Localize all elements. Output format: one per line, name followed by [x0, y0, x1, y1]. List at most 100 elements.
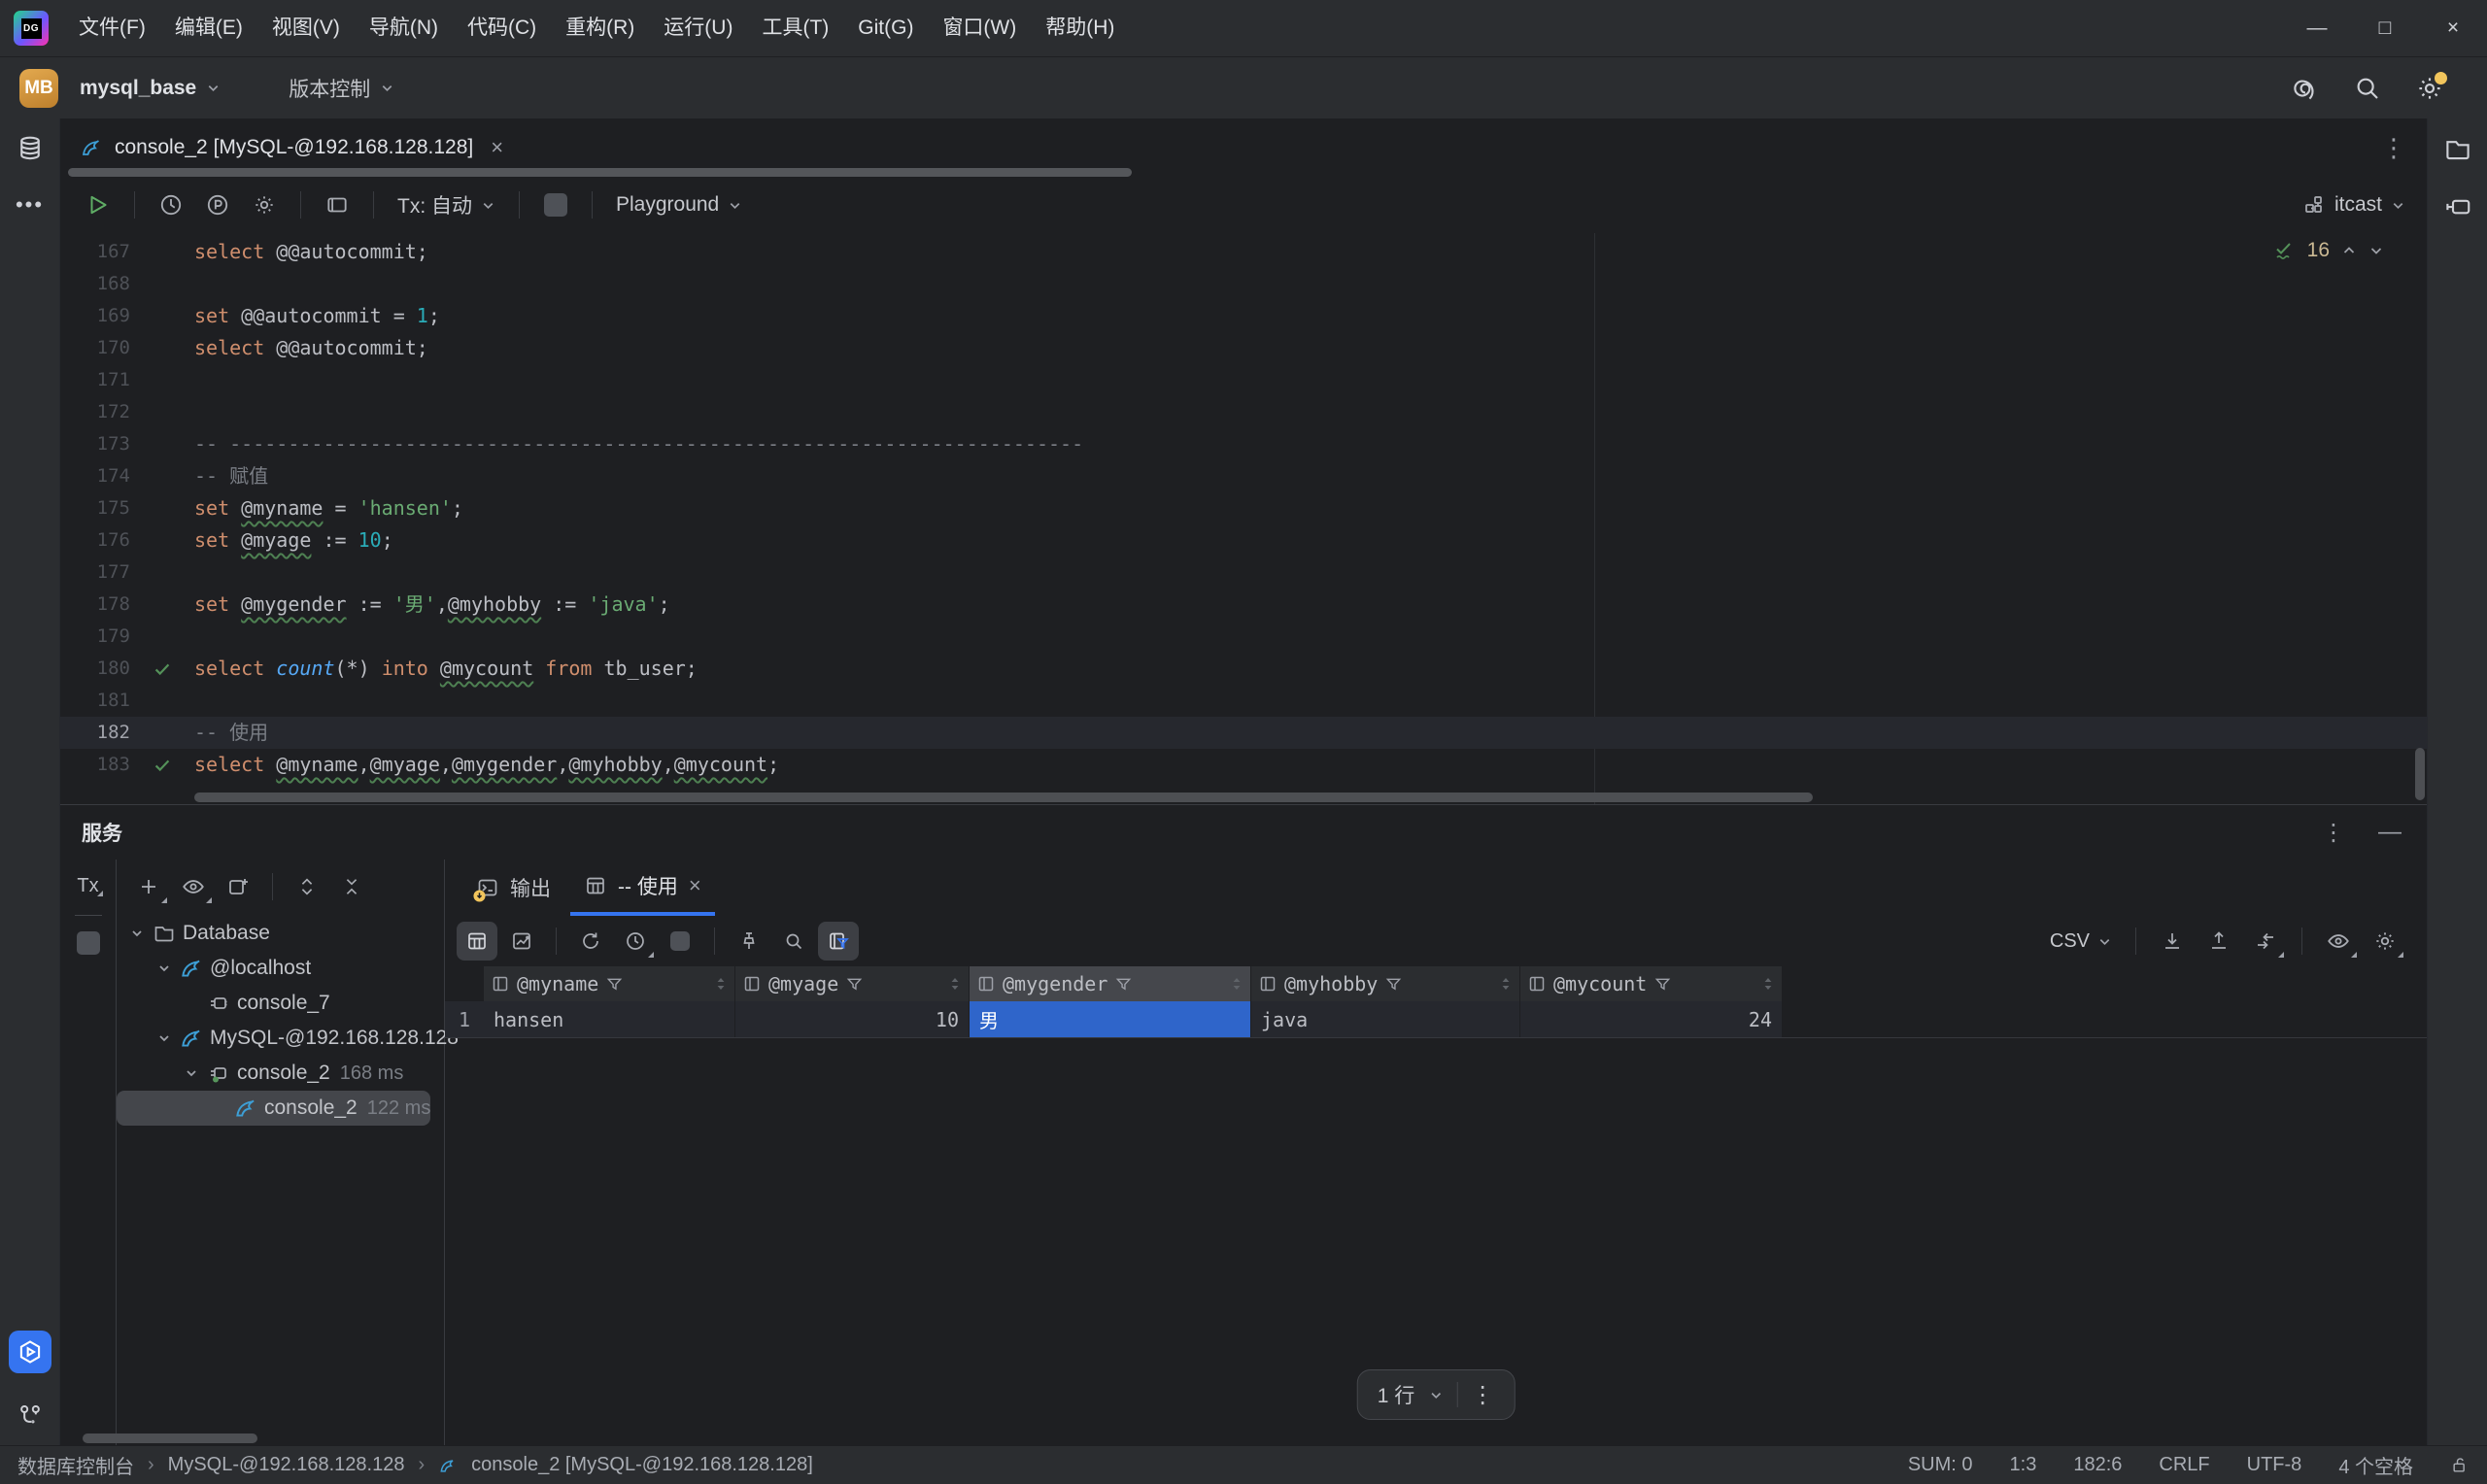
filter-funnel-icon[interactable] [1385, 976, 1402, 993]
code-line-182[interactable]: 182-- 使用 [60, 717, 2427, 749]
encoding-widget[interactable]: UTF-8 [2247, 1454, 2302, 1476]
tab-result-grid[interactable]: -- 使用 × [570, 860, 715, 916]
editor-horizontal-scrollbar[interactable] [194, 793, 1813, 802]
code-area[interactable]: 167select @@autocommit;168169set @@autoc… [60, 236, 2427, 781]
tree-expand-chevron-icon[interactable] [124, 926, 150, 941]
filter-funnel-icon[interactable] [606, 976, 623, 993]
structure-toolwindow-icon[interactable] [2443, 192, 2472, 221]
indent-widget[interactable]: 4 个空格 [2338, 1451, 2413, 1479]
window-maximize-button[interactable]: □ [2351, 0, 2419, 56]
stop-button[interactable] [535, 186, 576, 224]
compare-icon[interactable] [2245, 922, 2286, 961]
services-toolwindow-icon[interactable] [9, 1331, 51, 1373]
tree-item-@localhost[interactable]: @localhost [117, 951, 444, 986]
editor-layout-icon[interactable] [317, 186, 358, 224]
add-connection-icon[interactable] [128, 867, 169, 906]
playground-selector[interactable]: Playground [608, 193, 750, 217]
code-line-178[interactable]: 178set @mygender := '男',@myhobby := 'jav… [60, 589, 2427, 621]
cursor-position-widget[interactable]: 1:3 [2010, 1454, 2037, 1476]
code-line-174[interactable]: 174-- 赋值 [60, 460, 2427, 492]
code-line-169[interactable]: 169set @@autocommit = 1; [60, 300, 2427, 332]
tree-item-database[interactable]: Database [117, 916, 444, 951]
expand-all-icon[interactable] [287, 867, 327, 906]
code-line-168[interactable]: 168 [60, 268, 2427, 300]
cell-mycount[interactable]: 24 [1520, 1001, 1783, 1037]
tree-item-console_7[interactable]: console_7 [117, 986, 444, 1021]
column-header-mygender[interactable]: @mygender [970, 966, 1251, 1001]
filter-funnel-icon[interactable] [846, 976, 863, 993]
tab-close-icon[interactable]: × [491, 135, 503, 160]
filter-funnel-icon[interactable] [1654, 976, 1671, 993]
code-line-177[interactable]: 177 [60, 556, 2427, 589]
menu-item-n[interactable]: 导航(N) [355, 10, 453, 47]
menu-item-h[interactable]: 帮助(H) [1031, 10, 1129, 47]
cell-mygender[interactable]: 男 [970, 1001, 1251, 1037]
menu-item-r[interactable]: 重构(R) [551, 10, 649, 47]
menu-item-c[interactable]: 代码(C) [453, 10, 551, 47]
project-badge[interactable]: MB [19, 69, 58, 108]
code-line-173[interactable]: 173-- ----------------------------------… [60, 428, 2427, 460]
schema-selector[interactable]: itcast [2302, 193, 2405, 217]
explain-plan-icon[interactable] [197, 186, 238, 224]
import-icon[interactable] [2152, 922, 2193, 961]
open-in-new-tab-icon[interactable] [218, 867, 258, 906]
code-line-179[interactable]: 179 [60, 621, 2427, 653]
menu-item-gitg[interactable]: Git(G) [843, 10, 928, 47]
code-line-181[interactable]: 181 [60, 685, 2427, 717]
lock-icon[interactable] [2450, 1456, 2470, 1475]
tabbar-scrollbar[interactable] [68, 168, 1132, 177]
tree-item-console_2[interactable]: console_2168 ms [117, 1056, 444, 1091]
window-minimize-button[interactable]: — [2283, 0, 2351, 56]
git-toolwindow-icon[interactable] [17, 1402, 44, 1430]
breadcrumb-item[interactable]: 数据库控制台 [17, 1451, 134, 1479]
editor-vertical-scrollbar[interactable] [2415, 748, 2425, 800]
tx-toggle-button[interactable]: Tx [71, 873, 104, 899]
column-header-myname[interactable]: @myname [484, 966, 735, 1001]
window-close-button[interactable]: × [2419, 0, 2487, 56]
cell-myage[interactable]: 10 [735, 1001, 970, 1037]
column-header-myhobby[interactable]: @myhobby [1251, 966, 1520, 1001]
menu-item-t[interactable]: 工具(T) [747, 10, 843, 47]
code-line-172[interactable]: 172 [60, 396, 2427, 428]
view-eye-icon[interactable] [2318, 922, 2359, 961]
database-toolwindow-icon[interactable] [16, 134, 45, 163]
sum-widget[interactable]: SUM: 0 [1908, 1454, 1973, 1476]
services-hide-icon[interactable]: — [2378, 819, 2402, 846]
breadcrumb-item[interactable]: console_2 [MySQL-@192.168.128.128] [471, 1454, 813, 1476]
tab-close-icon[interactable]: × [689, 873, 701, 898]
menu-item-v[interactable]: 视图(V) [257, 10, 355, 47]
view-options-eye-icon[interactable] [173, 867, 214, 906]
chart-view-icon[interactable] [501, 922, 542, 961]
cell-myhobby[interactable]: java [1251, 1001, 1520, 1037]
pin-tab-icon[interactable] [729, 922, 769, 961]
grid-view-icon[interactable] [457, 922, 497, 961]
search-icon[interactable] [2353, 74, 2382, 103]
find-in-grid-icon[interactable] [773, 922, 814, 961]
refresh-icon[interactable] [570, 922, 611, 961]
settings-gear-icon[interactable] [2415, 74, 2444, 103]
menu-item-u[interactable]: 运行(U) [649, 10, 747, 47]
row-number-cell[interactable]: 1 [445, 1001, 484, 1037]
more-toolwindows-icon[interactable]: ••• [16, 192, 44, 218]
ai-assistant-icon[interactable] [2291, 74, 2320, 103]
vcs-widget[interactable]: 版本控制 [281, 68, 402, 109]
tree-expand-chevron-icon[interactable] [152, 961, 177, 976]
services-options-icon[interactable]: ⋮ [2322, 819, 2345, 847]
tree-horizontal-scrollbar[interactable] [83, 1433, 257, 1443]
run-button[interactable] [78, 186, 119, 224]
collapse-all-icon[interactable] [331, 867, 372, 906]
tx-mode-selector[interactable]: Tx: 自动 [390, 190, 503, 219]
files-toolwindow-icon[interactable] [2443, 134, 2472, 163]
line-separator-widget[interactable]: CRLF [2159, 1454, 2209, 1476]
tree-expand-chevron-icon[interactable] [179, 1065, 204, 1081]
menu-item-e[interactable]: 编辑(E) [160, 10, 257, 47]
pagination-options-icon[interactable]: ⋮ [1471, 1381, 1494, 1409]
column-filter-icon[interactable] [818, 922, 859, 961]
export-icon[interactable] [2198, 922, 2239, 961]
stop-query-button[interactable] [660, 922, 700, 961]
filter-funnel-icon[interactable] [1115, 976, 1132, 993]
grid-settings-gear-icon[interactable] [2365, 922, 2405, 961]
code-line-183[interactable]: 183select @myname,@myage,@mygender,@myho… [60, 749, 2427, 781]
code-line-175[interactable]: 175set @myname = 'hansen'; [60, 492, 2427, 524]
tree-item-console_2[interactable]: console_2122 ms [117, 1091, 430, 1126]
